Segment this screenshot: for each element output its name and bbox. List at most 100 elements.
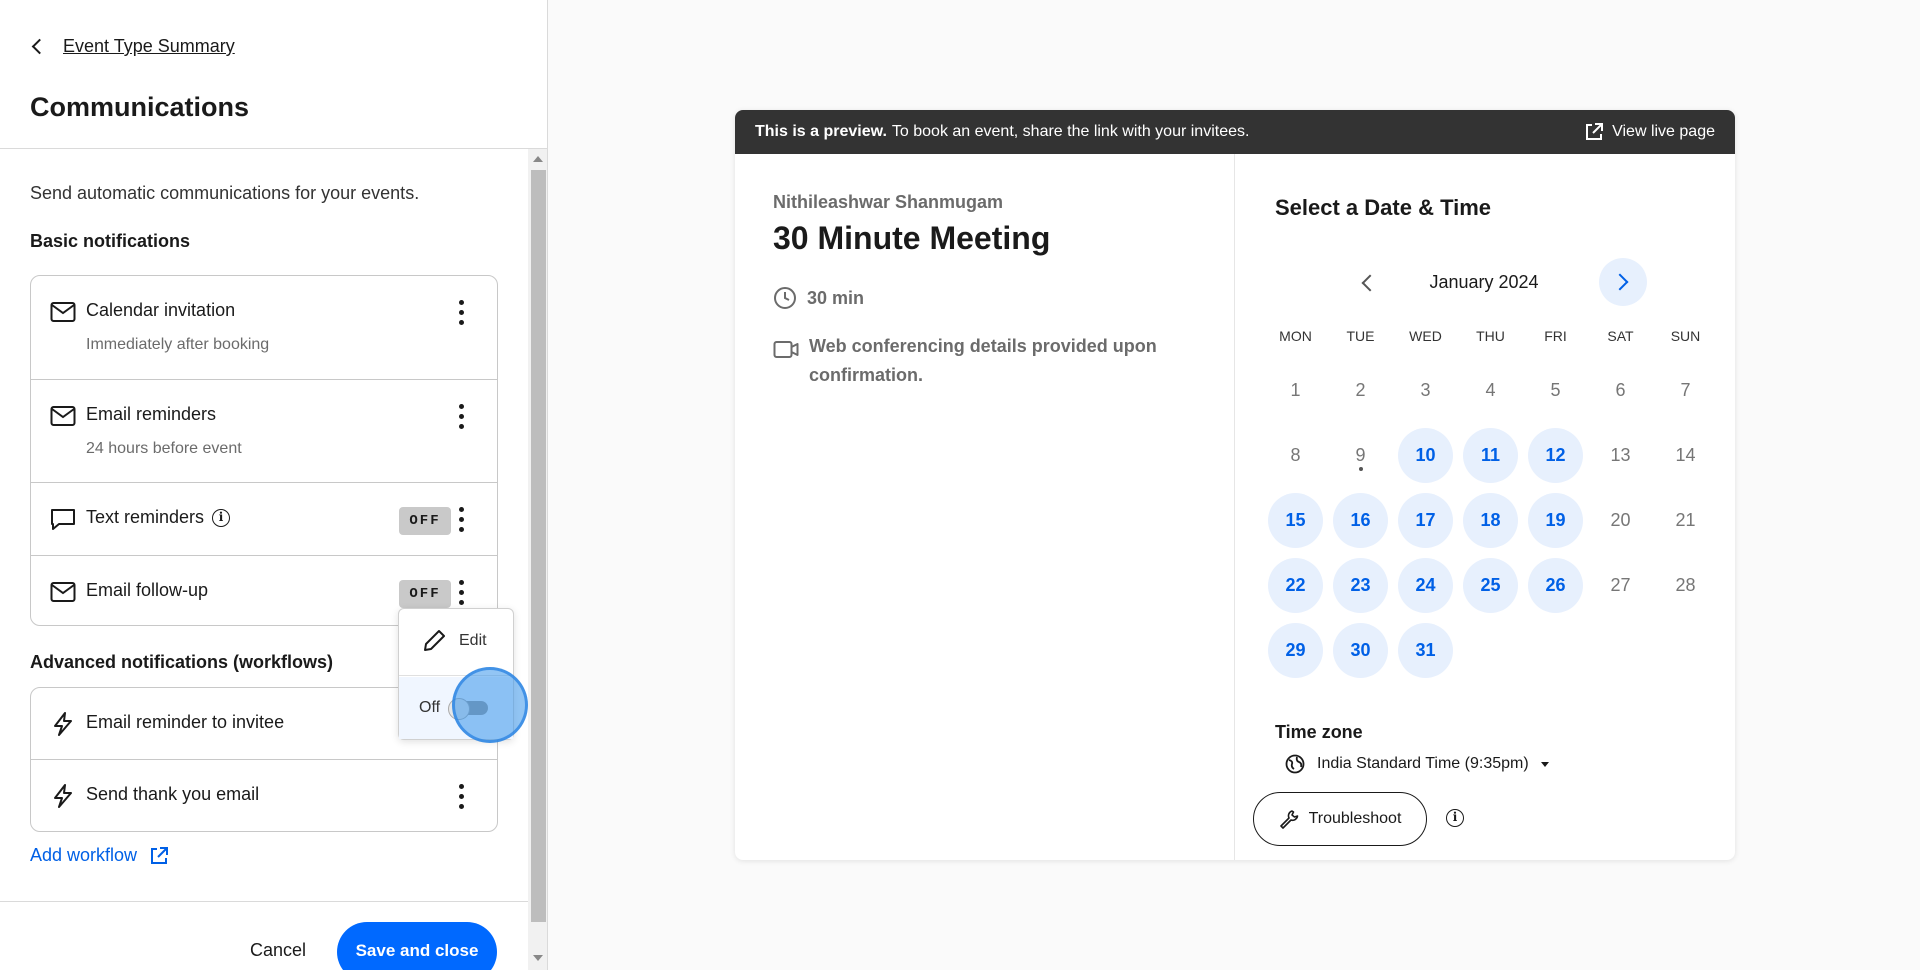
booking-preview: This is a preview. To book an event, sha… (735, 110, 1735, 860)
calendar-day-available[interactable]: 10 (1393, 423, 1458, 488)
calendar-day-available[interactable]: 11 (1458, 423, 1523, 488)
day-number: 22 (1268, 558, 1323, 613)
caret-down-icon (1540, 761, 1549, 767)
calendar-day-available[interactable]: 26 (1523, 553, 1588, 618)
calendar-day-available[interactable]: 25 (1458, 553, 1523, 618)
status-badge: OFF (399, 580, 451, 608)
event-duration: 30 min (773, 286, 864, 310)
timezone-label: India Standard Time (9:35pm) (1317, 755, 1529, 772)
select-date-title: Select a Date & Time (1275, 195, 1492, 220)
edit-label: Edit (459, 632, 487, 649)
notification-row-calendar-invitation[interactable]: Calendar invitation Immediately after bo… (31, 276, 497, 380)
calendar-grid: 1 2 3 4 5 6 7 8 9 10 11 12 13 14 15 16 17 18 19 20 21 22 23 24 2… (1263, 358, 1718, 683)
notification-label: Email reminders (86, 404, 217, 424)
calendar-day-available[interactable]: 22 (1263, 553, 1328, 618)
calendar-day-available[interactable]: 16 (1328, 488, 1393, 553)
timezone-selector[interactable]: India Standard Time (9:35pm) (1285, 754, 1549, 774)
edit-menu-item[interactable]: Edit (399, 609, 513, 673)
save-and-close-button[interactable]: Save and close (337, 922, 497, 970)
notification-sub: Immediately after booking (86, 336, 270, 353)
status-badge: OFF (399, 507, 451, 535)
more-options-button[interactable] (451, 778, 471, 814)
cancel-button[interactable]: Cancel (250, 940, 306, 961)
chat-icon (51, 509, 75, 530)
scroll-up-arrow-icon[interactable] (533, 156, 543, 162)
scrollbar-thumb[interactable] (531, 170, 546, 922)
view-live-page-link[interactable]: View live page (1584, 122, 1715, 142)
wrench-icon (1279, 810, 1298, 829)
weekday-label: SAT (1607, 328, 1634, 344)
info-icon[interactable]: i (212, 509, 231, 528)
workflow-row-thank-you[interactable]: Send thank you email (31, 760, 497, 831)
day-number: 30 (1333, 623, 1388, 678)
add-workflow-label: Add workflow (30, 845, 138, 865)
notification-row-text-reminders[interactable]: Text reminders i OFF (31, 483, 497, 556)
popover-divider (399, 675, 513, 676)
preview-divider (1234, 154, 1235, 860)
calendar-day: 20 (1588, 488, 1653, 553)
workflow-label: Send thank you email (86, 784, 260, 804)
back-link[interactable]: Event Type Summary (30, 36, 235, 57)
calendar-day: 5 (1523, 358, 1588, 423)
more-options-button[interactable] (451, 501, 471, 537)
troubleshoot-button[interactable]: Troubleshoot (1253, 792, 1427, 846)
notification-label: Text reminders i (86, 507, 231, 528)
scroll-down-arrow-icon[interactable] (533, 955, 543, 961)
calendar-day-available[interactable]: 12 (1523, 423, 1588, 488)
day-number: 26 (1528, 558, 1583, 613)
more-options-button[interactable] (451, 398, 471, 434)
conferencing-info: Web conferencing details provided upon c… (773, 332, 1193, 390)
day-number: 7 (1680, 380, 1691, 400)
info-icon[interactable]: i (1446, 809, 1464, 827)
calendar-day-available[interactable]: 30 (1328, 618, 1393, 683)
day-number: 1 (1290, 380, 1301, 400)
next-month-button[interactable] (1599, 258, 1647, 306)
day-number: 23 (1333, 558, 1388, 613)
pencil-icon (424, 630, 445, 651)
workflow-label: Email reminder to invitee (86, 712, 285, 732)
clock-icon (774, 287, 796, 309)
month-navigator: January 2024 (1355, 258, 1655, 308)
toggle-label: Off (419, 699, 441, 716)
calendar-day-available[interactable]: 31 (1393, 618, 1458, 683)
day-number: 18 (1463, 493, 1518, 548)
calendar-day-available[interactable]: 15 (1263, 488, 1328, 553)
calendar-day-available[interactable]: 23 (1328, 553, 1393, 618)
calendar-day: 21 (1653, 488, 1718, 553)
back-link-label[interactable]: Event Type Summary (63, 36, 235, 57)
day-number: 8 (1290, 445, 1301, 465)
day-number: 13 (1610, 445, 1631, 465)
notification-label: Email follow-up (86, 580, 209, 600)
on-off-toggle[interactable] (448, 698, 489, 720)
calendar-day-available[interactable]: 29 (1263, 618, 1328, 683)
external-link-icon (1586, 123, 1604, 140)
lightning-icon (54, 784, 72, 808)
communications-panel: Event Type Summary Communications Send a… (0, 0, 548, 970)
toggle-menu-item[interactable]: Off (399, 677, 513, 739)
add-workflow-link[interactable]: Add workflow (30, 845, 169, 866)
globe-icon (1285, 754, 1305, 774)
more-options-button[interactable] (451, 574, 471, 610)
day-number: 16 (1333, 493, 1388, 548)
calendar-day-available[interactable]: 24 (1393, 553, 1458, 618)
page-title: Communications (30, 92, 250, 122)
calendar-day-available[interactable]: 17 (1393, 488, 1458, 553)
notification-row-email-reminders[interactable]: Email reminders 24 hours before event (31, 380, 497, 483)
external-link-icon (151, 846, 169, 864)
weekday-label: WED (1409, 328, 1442, 344)
day-number: 28 (1675, 575, 1696, 595)
day-number: 2 (1355, 380, 1366, 400)
more-options-button[interactable] (451, 294, 471, 330)
day-number: 21 (1675, 510, 1696, 530)
day-number: 31 (1398, 623, 1453, 678)
intro-text: Send automatic communications for your e… (30, 183, 420, 203)
mail-icon (50, 302, 76, 322)
calendar-day-available[interactable]: 18 (1458, 488, 1523, 553)
calendar-day-available[interactable]: 19 (1523, 488, 1588, 553)
day-number: 27 (1610, 575, 1631, 595)
mail-icon (50, 582, 76, 602)
video-camera-icon (773, 341, 799, 358)
conferencing-label: Web conferencing details provided upon c… (809, 336, 1157, 385)
day-number: 25 (1463, 558, 1518, 613)
previous-month-button[interactable] (1355, 270, 1381, 296)
